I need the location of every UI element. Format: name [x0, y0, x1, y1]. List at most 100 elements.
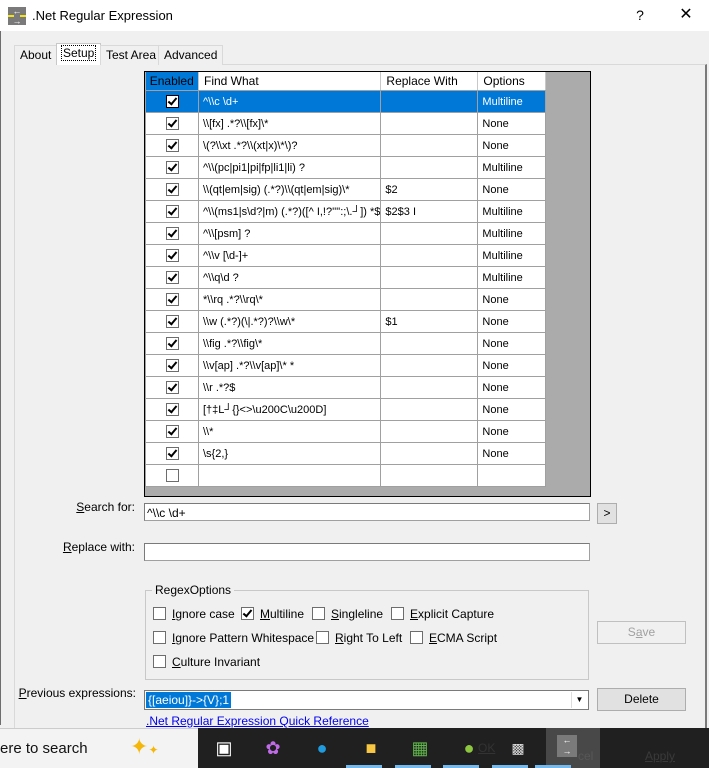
- grid-row[interactable]: [†‡L┘{}<>\u200C\u200D] None: [145, 398, 547, 421]
- enabled-cell[interactable]: [145, 244, 199, 267]
- find-what-cell[interactable]: \\fig .*?\\fig\*: [197, 332, 382, 355]
- grid-row[interactable]: \\fig .*?\\fig\* None: [145, 332, 547, 355]
- find-what-cell[interactable]: ^\\[psm] ?: [197, 222, 382, 245]
- grid-row[interactable]: ^\\c \d+ Multiline: [145, 90, 547, 113]
- notepad-icon[interactable]: ▦: [407, 735, 433, 761]
- enabled-cell[interactable]: [145, 398, 199, 421]
- grid-row[interactable]: ^\\(ms1|s\d?|m) (.*?)([^ I,!?'"':;\.┘]) …: [145, 200, 547, 223]
- file-explorer-icon[interactable]: ■: [358, 735, 384, 761]
- options-cell[interactable]: Multiline: [477, 244, 547, 267]
- find-what-cell[interactable]: \\w (.*?)(\|.*?)?\\w\*: [197, 310, 382, 333]
- enabled-checkbox[interactable]: [165, 183, 179, 196]
- find-what-cell[interactable]: \\v[ap] .*?\\v[ap]\* *: [197, 354, 382, 377]
- replace-with-input[interactable]: [144, 543, 590, 561]
- enabled-checkbox[interactable]: [165, 205, 179, 218]
- grid-row[interactable]: [145, 464, 547, 487]
- search-for-input[interactable]: ^\\c \d+: [144, 503, 590, 521]
- options-cell[interactable]: [477, 464, 547, 487]
- enabled-checkbox[interactable]: [165, 425, 179, 438]
- find-what-cell[interactable]: \s{2,}: [197, 442, 382, 465]
- quick-reference-link[interactable]: .Net Regular Expression Quick Reference: [146, 714, 369, 728]
- options-cell[interactable]: Multiline: [477, 222, 547, 245]
- find-what-cell[interactable]: \\*: [197, 420, 382, 443]
- copilot-sparkle-icon[interactable]: ✦✦: [130, 734, 159, 760]
- enabled-cell[interactable]: [145, 156, 199, 179]
- options-cell[interactable]: None: [477, 288, 547, 311]
- options-cell[interactable]: None: [477, 332, 547, 355]
- option-culture-invariant[interactable]: Culture Invariant: [153, 655, 260, 669]
- enabled-cell[interactable]: [145, 354, 199, 377]
- enabled-checkbox[interactable]: [165, 403, 179, 416]
- options-cell[interactable]: Multiline: [477, 200, 547, 223]
- options-cell[interactable]: None: [477, 310, 547, 333]
- rules-grid[interactable]: Enabled Find What Replace With Options ^…: [144, 71, 591, 497]
- options-cell[interactable]: Multiline: [477, 156, 547, 179]
- enabled-cell[interactable]: [145, 288, 199, 311]
- culture-invariant-checkbox[interactable]: [153, 655, 166, 668]
- find-what-cell[interactable]: ^\\(pc|pi1|pi|fp|li1|li) ?: [197, 156, 382, 179]
- replace-with-cell[interactable]: $2: [380, 178, 479, 201]
- grid-row[interactable]: \s{2,} None: [145, 442, 547, 465]
- grid-row[interactable]: \(?\\xt .*?\\(xt|x)\*\)? None: [145, 134, 547, 157]
- grid-row[interactable]: \\[fx] .*?\\[fx]\* None: [145, 112, 547, 135]
- find-what-cell[interactable]: \(?\\xt .*?\\(xt|x)\*\)?: [197, 134, 382, 157]
- tab-advanced[interactable]: Advanced: [158, 45, 224, 65]
- find-what-cell[interactable]: ^\\q\d ?: [197, 266, 382, 289]
- find-what-cell[interactable]: \\r .*?$: [197, 376, 382, 399]
- enabled-checkbox[interactable]: [165, 359, 179, 372]
- replace-with-cell[interactable]: [380, 222, 479, 245]
- enabled-cell[interactable]: [145, 112, 199, 135]
- replace-with-cell[interactable]: [380, 332, 479, 355]
- enabled-cell[interactable]: [145, 222, 199, 245]
- option-explicit-capture[interactable]: Explicit Capture: [391, 607, 494, 621]
- replace-with-cell[interactable]: [380, 266, 479, 289]
- help-button[interactable]: ?: [630, 4, 650, 26]
- options-cell[interactable]: None: [477, 134, 547, 157]
- grid-row[interactable]: \\(qt|em|sig) (.*?)\\(qt|em|sig)\* $2 None: [145, 178, 547, 201]
- replace-with-cell[interactable]: [380, 244, 479, 267]
- find-what-cell[interactable]: *\\rq .*?\\rq\*: [197, 288, 382, 311]
- enabled-checkbox[interactable]: [165, 227, 179, 240]
- enabled-checkbox[interactable]: [165, 381, 179, 394]
- grid-row[interactable]: ^\\(pc|pi1|pi|fp|li1|li) ? Multiline: [145, 156, 547, 179]
- replace-with-cell[interactable]: [380, 156, 479, 179]
- ignore-pattern-whitespace-checkbox[interactable]: [153, 631, 166, 644]
- find-what-cell[interactable]: [197, 464, 382, 487]
- option-multiline[interactable]: Multiline: [241, 607, 304, 621]
- singleline-checkbox[interactable]: [312, 607, 325, 620]
- enabled-checkbox[interactable]: [165, 161, 179, 174]
- dropdown-arrow-icon[interactable]: ▼: [571, 692, 587, 708]
- enabled-cell[interactable]: [145, 178, 199, 201]
- find-what-cell[interactable]: [†‡L┘{}<>\u200C\u200D]: [197, 398, 382, 421]
- grid-row[interactable]: \\r .*?$ None: [145, 376, 547, 399]
- enabled-cell[interactable]: [145, 376, 199, 399]
- tab-test-area[interactable]: Test Area: [100, 45, 163, 65]
- save-button[interactable]: Save: [597, 621, 686, 644]
- grid-row[interactable]: ^\\q\d ? Multiline: [145, 266, 547, 289]
- option-ignore-case[interactable]: Ignore case: [153, 607, 235, 621]
- options-cell[interactable]: None: [477, 112, 547, 135]
- tab-setup[interactable]: Setup: [56, 43, 102, 65]
- replace-with-cell[interactable]: [380, 112, 479, 135]
- copilot-icon[interactable]: ✿: [260, 735, 286, 761]
- options-cell[interactable]: None: [477, 354, 547, 377]
- ignore-case-checkbox[interactable]: [153, 607, 166, 620]
- replace-with-cell[interactable]: $2$3 I: [380, 200, 479, 223]
- enabled-checkbox[interactable]: [165, 117, 179, 130]
- option-ignore-pattern-whitespace[interactable]: Ignore Pattern Whitespace: [153, 631, 314, 645]
- enabled-checkbox[interactable]: [165, 293, 179, 306]
- edge-icon[interactable]: ●: [309, 735, 335, 761]
- close-button[interactable]: ✕: [672, 4, 700, 26]
- enabled-checkbox[interactable]: [165, 139, 179, 152]
- column-header-find-what[interactable]: Find What: [198, 72, 382, 91]
- ecma-script-checkbox[interactable]: [410, 631, 423, 644]
- enabled-cell[interactable]: [145, 420, 199, 443]
- enabled-checkbox[interactable]: [165, 271, 179, 284]
- column-header-replace-with[interactable]: Replace With: [380, 72, 479, 91]
- enabled-cell[interactable]: [145, 90, 199, 113]
- enabled-checkbox[interactable]: [165, 337, 179, 350]
- options-cell[interactable]: Multiline: [477, 90, 547, 113]
- options-cell[interactable]: None: [477, 442, 547, 465]
- enabled-checkbox[interactable]: [165, 95, 179, 108]
- replace-with-cell[interactable]: [380, 420, 479, 443]
